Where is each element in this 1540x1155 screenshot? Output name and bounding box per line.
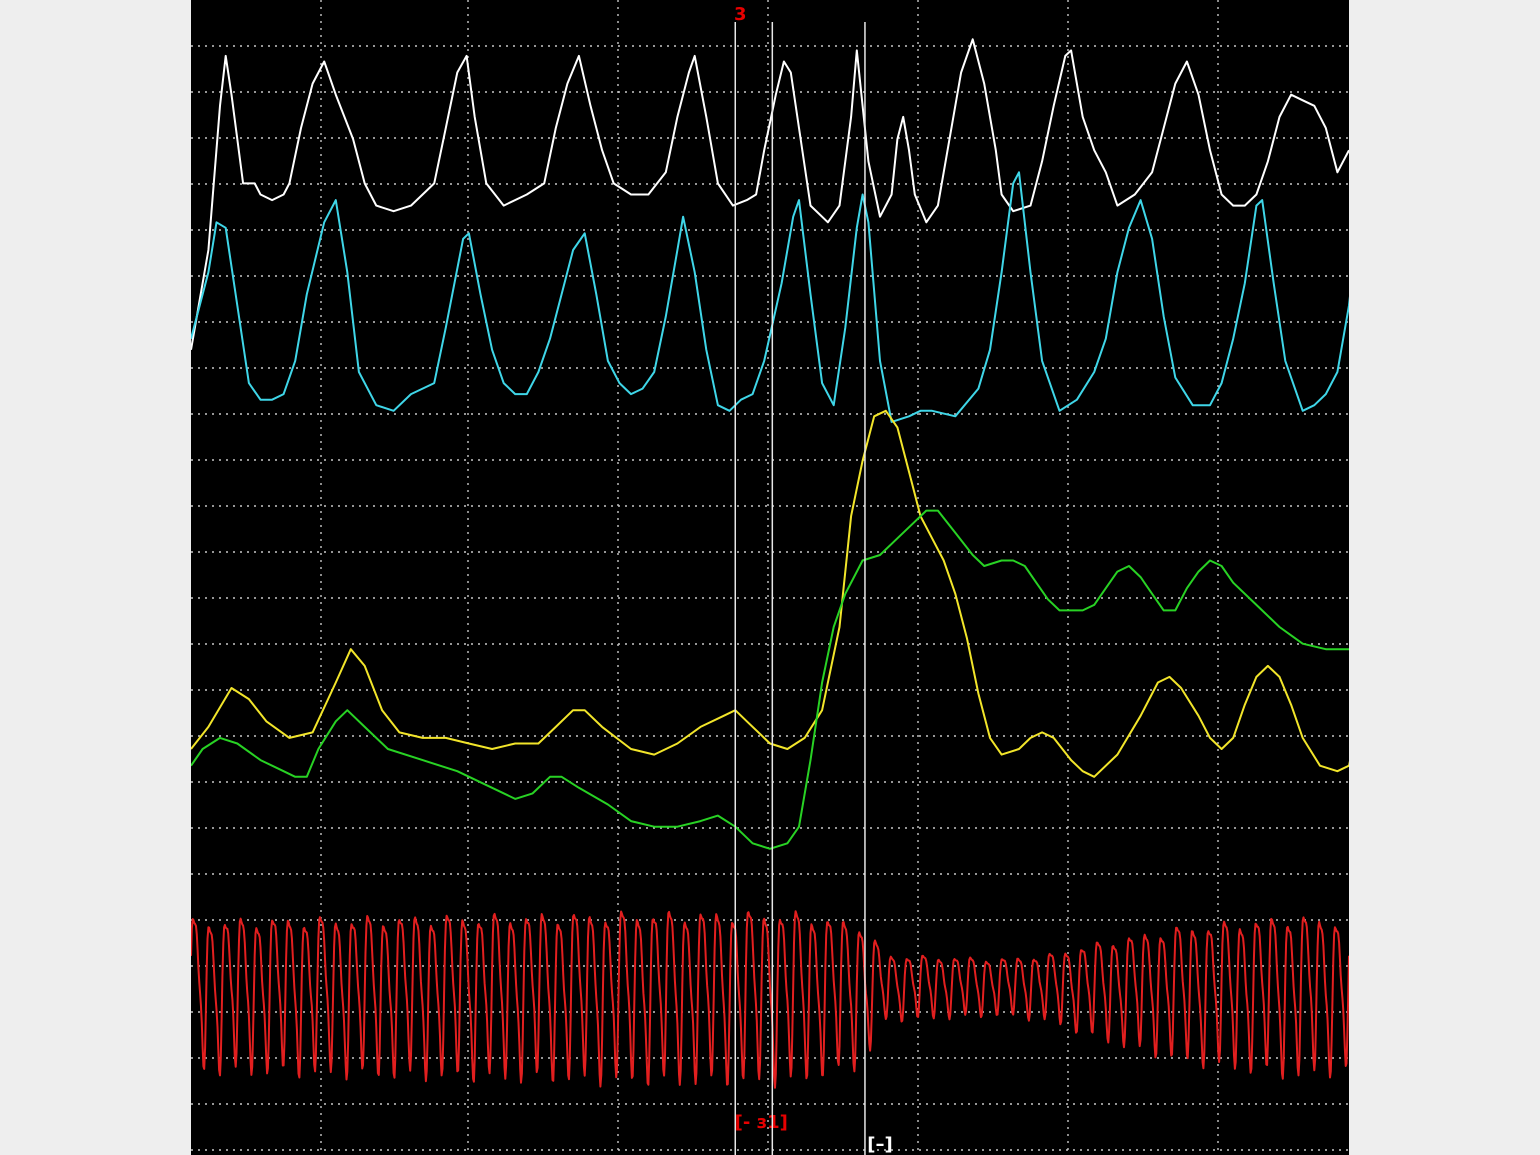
series-layer — [191, 38, 1349, 1089]
series-line-0 — [191, 38, 1349, 350]
waveform-screen: 3 [- з1] [–] — [191, 0, 1349, 1155]
series-line-1 — [191, 171, 1349, 423]
series-line-2 — [191, 409, 1349, 778]
marker-label-top-0: 3 — [734, 4, 747, 25]
marker-label-bottom-0: [- з1] — [735, 1112, 788, 1133]
series-line-4 — [191, 910, 1349, 1089]
app-frame: 3 [- з1] [–] — [0, 0, 1540, 1155]
waveform-plot: 3 [- з1] [–] — [191, 0, 1349, 1155]
marker-layer: 3 [- з1] [–] — [734, 4, 893, 1155]
marker-label-bottom-2: [–] — [867, 1134, 892, 1155]
series-line-3 — [191, 509, 1349, 850]
